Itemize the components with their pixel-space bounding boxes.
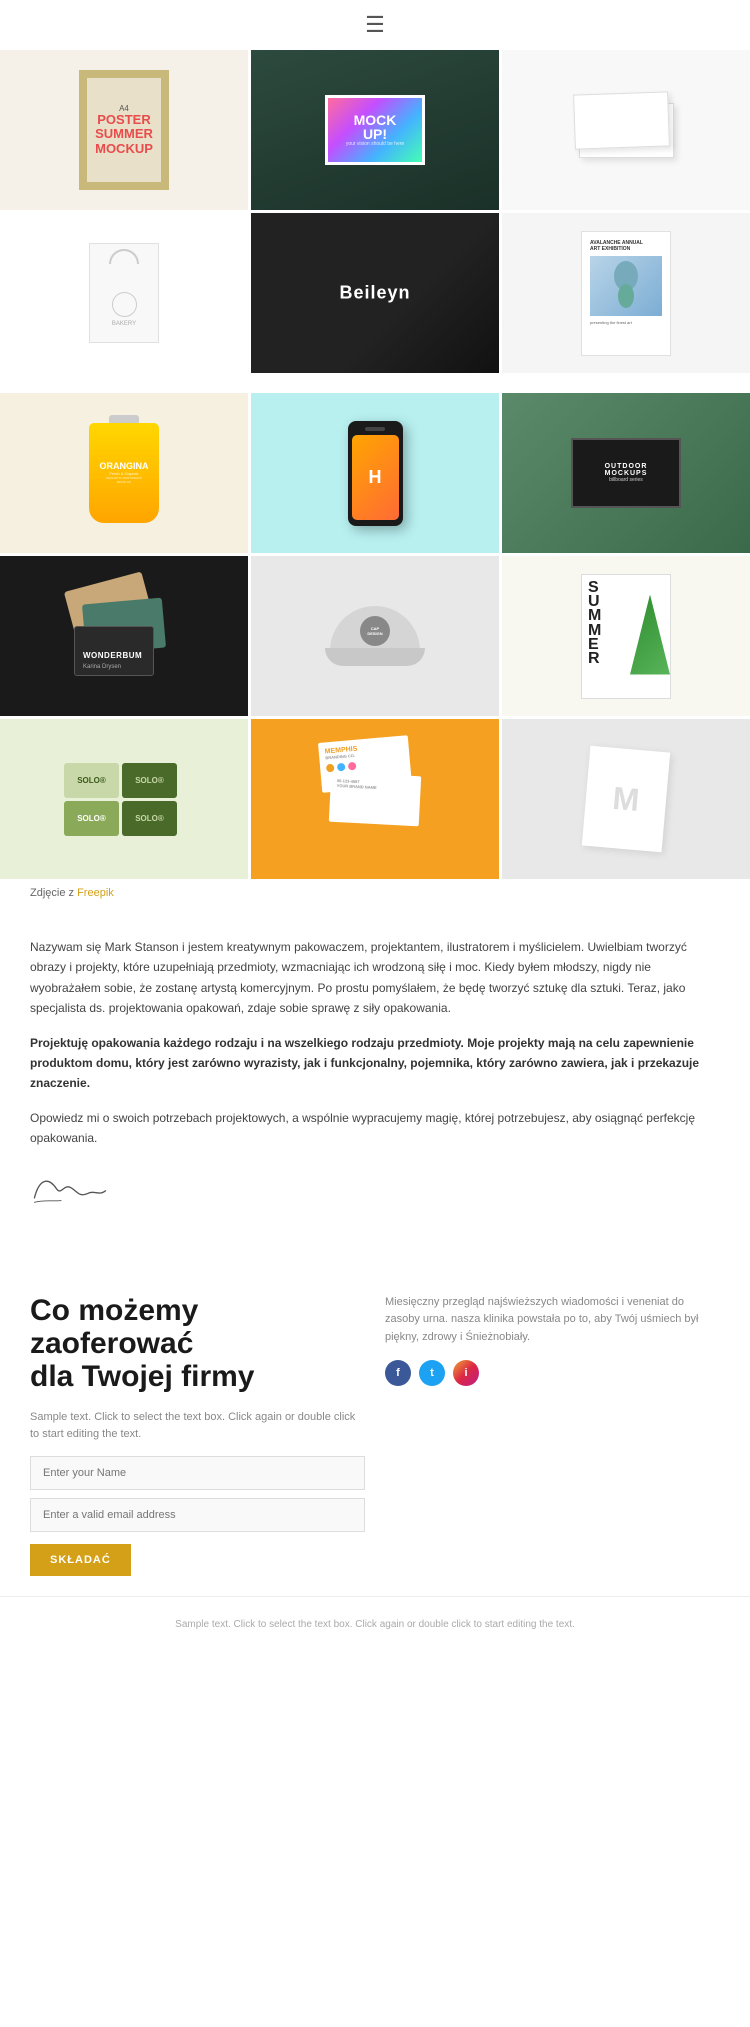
letter-bg: M [502,719,750,879]
memphis-cards: MEMPHIS BRANDING CO. 00-123-4567 YOUR BR… [315,729,435,869]
services-left-desc: Sample text. Click to select the text bo… [30,1409,365,1444]
orangina-sub2: REALISTIC PHOTOSHOPMOCK-UP [106,476,141,484]
signature [30,1169,720,1214]
about-paragraph-1: Nazywam się Mark Stanson i jestem kreaty… [30,937,720,1019]
billboard-text2: UP! [363,127,387,141]
bag-logo-icon [112,292,137,317]
billboard-subtext: your vision should be here [346,141,404,147]
outdoor-title: OUTDOORMOCKUPS [605,463,648,477]
about-paragraph-3: Opowiedz mi o swoich potrzebach projekto… [30,1108,720,1149]
phone-mockup: H [348,421,403,526]
orangina-cup: ORANGINA Fresh & Organic REALISTIC PHOTO… [89,423,159,523]
gallery-cell-solo: SOLO® SOLO® SOLO® SOLO® [0,719,248,879]
facebook-icon[interactable]: f [385,1360,411,1386]
gallery-cell-orangina: ORANGINA Fresh & Organic REALISTIC PHOTO… [0,393,248,553]
wonderbum-brand: WONDERBUM [83,651,142,660]
phone-letter: H [369,467,382,488]
twitter-label: t [430,1367,434,1379]
source-prefix: Zdjęcie z [30,887,77,899]
poster-mockup: A4 POSTERSUMMERMOCKUP [79,70,169,190]
exhibit-image [590,256,662,316]
solo-card-2: SOLO® [122,763,177,798]
exhibit-footer-text: presenting the finest art [590,320,662,325]
orangina-brand: ORANGINA [100,462,149,472]
services-section: Co możemy zaoferować dla Twojej firmy Sa… [0,1254,750,1596]
gallery-cell-summer-poster: SUMMER [502,556,750,716]
submit-button[interactable]: SKŁADAĆ [30,1544,131,1576]
about-paragraph-2: Projektuję opakowania każdego rodzaju i … [30,1033,720,1094]
outdoor-bg: OUTDOORMOCKUPS billboard series [502,393,750,553]
bag-label: BAKERY [112,321,136,327]
gallery-cell-bakery-bag: BAKERY [0,213,248,373]
beileyn-sign: Beileyn [339,283,410,304]
letter-paper: M [582,746,670,853]
wonderbum-name: Karina Drysen [83,664,121,670]
services-left-panel: Co możemy zaoferować dla Twojej firmy Sa… [30,1294,365,1576]
phone-screen: H [352,435,399,520]
exhibit-title: AVALANCHE ANNUALART EXHIBITION [590,240,662,252]
bakery-bag: BAKERY [89,243,159,343]
social-icons-group: f t i [385,1360,720,1386]
exhibition-poster: AVALANCHE ANNUALART EXHIBITION presentin… [581,231,671,356]
twitter-icon[interactable]: t [419,1360,445,1386]
gallery-cell-letter-m: M [502,719,750,879]
footer: Sample text. Click to select the text bo… [0,1596,750,1653]
about-section: Nazywam się Mark Stanson i jestem kreaty… [0,907,750,1254]
gallery-cell-cap: CAPDESIGN [251,556,499,716]
gallery-cell-exhibition: AVALANCHE ANNUALART EXHIBITION presentin… [502,213,750,373]
services-right-desc: Miesięczny przegląd najświeższych wiadom… [385,1294,720,1347]
facebook-label: f [396,1367,400,1379]
beileyn-text: Beileyn [339,283,410,303]
summer-poster: SUMMER [581,574,671,699]
gallery-cell-memphis: MEMPHIS BRANDING CO. 00-123-4567 YOUR BR… [251,719,499,879]
gallery-cell-phone: H [251,393,499,553]
services-title-line1: Co możemy zaoferować [30,1294,198,1360]
gallery-cell-beileyn: Beileyn [251,213,499,373]
instagram-icon[interactable]: i [453,1360,479,1386]
solo-card-4: SOLO® [122,801,177,836]
business-card-back [573,91,670,149]
solo-card-3: SOLO® [64,801,119,836]
solo-cards: SOLO® SOLO® SOLO® SOLO® [64,763,184,836]
mem-icon-3 [348,762,357,771]
gallery-cell-business-card: THOMAS SMITH GRAPHIC DESIGNER contact@ma… [502,50,750,210]
poster-title: POSTERSUMMERMOCKUP [95,113,153,156]
services-title: Co możemy zaoferować dla Twojej firmy [30,1294,365,1393]
letter-m-text: M [611,779,641,818]
gallery-top: A4 POSTERSUMMERMOCKUP MOCK UP! your visi… [0,50,750,373]
billboard-mockup: MOCK UP! your vision should be here [325,95,425,165]
outdoor-sub: billboard series [609,477,643,483]
services-title-line2: dla Twojej firmy [30,1360,255,1393]
gallery-cell-poster: A4 POSTERSUMMERMOCKUP [0,50,248,210]
email-input[interactable] [30,1498,365,1532]
instagram-label: i [464,1367,467,1379]
billboard-text1: MOCK [354,113,397,127]
freepik-link[interactable]: Freepik [77,887,114,899]
gallery-cell-billboard: MOCK UP! your vision should be here [251,50,499,210]
memphis-card-2: 00-123-4567 YOUR BRAND NAME [329,772,421,827]
memphis-card-2-inner: 00-123-4567 YOUR BRAND NAME [330,772,421,799]
source-credit: Zdjęcie z Freepik [0,879,750,907]
cap-badge: CAPDESIGN [360,616,390,646]
wb-card-3: WONDERBUM Karina Drysen [74,626,154,676]
cap-badge-text: CAPDESIGN [367,626,382,636]
name-input[interactable] [30,1456,365,1490]
gallery-bottom: ORANGINA Fresh & Organic REALISTIC PHOTO… [0,393,750,879]
exhibit-figure-svg [606,261,646,311]
gallery-cell-outdoor: OUTDOORMOCKUPS billboard series [502,393,750,553]
mem-icon-2 [337,763,346,772]
bag-handle [109,249,139,264]
header: ☰ [0,0,750,50]
cap-brim [325,648,425,666]
outdoor-board: OUTDOORMOCKUPS billboard series [571,438,681,508]
services-right-panel: Miesięczny przegląd najświeższych wiadom… [385,1294,720,1576]
wonderbum-cards: WONDERBUM Karina Drysen [69,571,179,701]
footer-text: Sample text. Click to select the text bo… [175,1619,575,1630]
solo-card-1: SOLO® [64,763,119,798]
cap-mockup: CAPDESIGN [325,596,425,676]
gallery-cell-wonderbum: WONDERBUM Karina Drysen [0,556,248,716]
signature-svg [30,1169,110,1209]
menu-icon[interactable]: ☰ [365,12,385,38]
